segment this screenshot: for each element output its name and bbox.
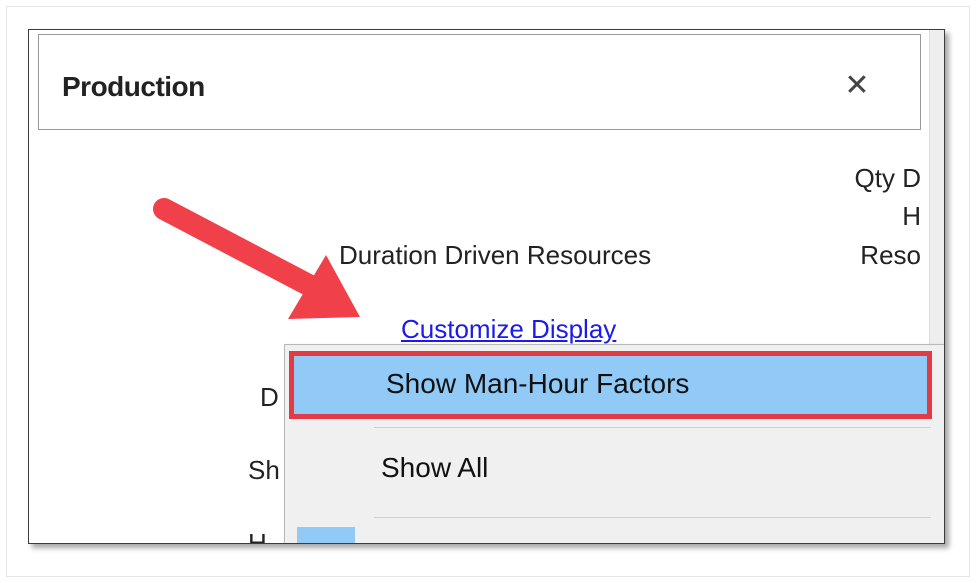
customize-display-link[interactable]: Customize Display [401, 314, 616, 345]
menu-item-label: Show All [381, 452, 489, 483]
row-label-fragment-2: Sh [248, 455, 280, 485]
menu-separator [374, 427, 931, 428]
close-button[interactable]: ✕ [835, 63, 879, 107]
menu-item-icon [297, 527, 355, 543]
red-arrow-icon [153, 198, 360, 319]
window-title: Production [62, 71, 205, 102]
menu-item-label: Show Man-Hour Factors [386, 368, 690, 399]
menu-separator [374, 517, 931, 518]
context-menu: Show Man-Hour Factors Show All [284, 344, 944, 543]
row-label-fragment-1: D [260, 382, 279, 412]
row-label-fragment-3: H [248, 528, 267, 544]
qty-column-header: Qty D H Reso [819, 163, 923, 303]
menu-item-show-man-hour-factors[interactable]: Show Man-Hour Factors [289, 351, 932, 419]
title-bar: Production ✕ [38, 34, 921, 130]
qty-header-line2: H [902, 201, 921, 231]
close-icon: ✕ [844, 68, 870, 102]
menu-item-show-all[interactable]: Show All [291, 439, 931, 509]
qty-header-line3: Reso [860, 240, 921, 270]
qty-header-line1: Qty D [854, 163, 921, 193]
